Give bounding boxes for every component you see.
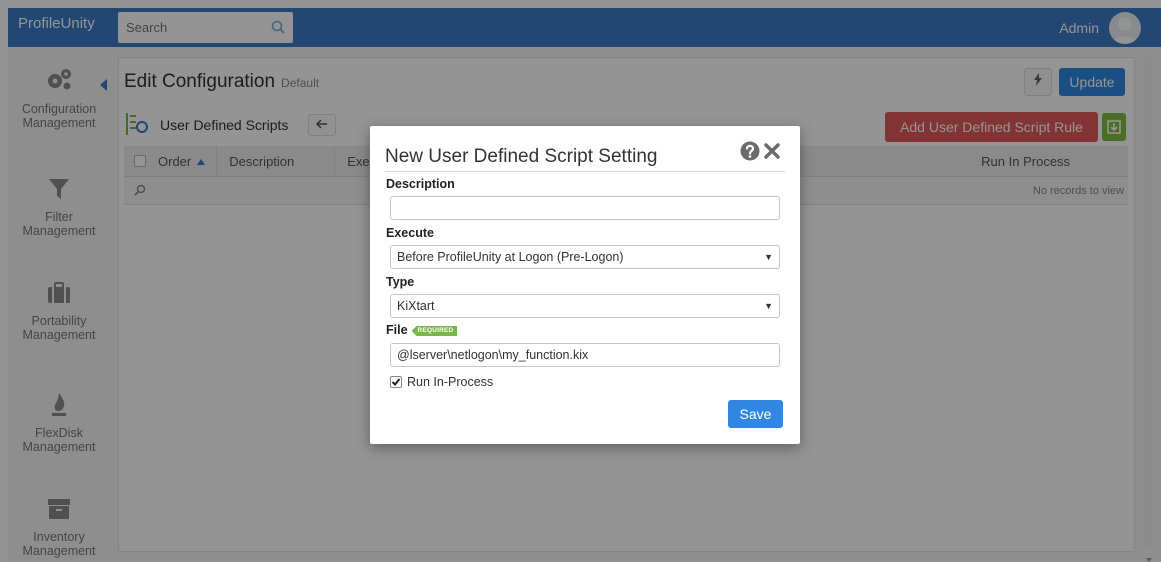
script-setting-dialog: New User Defined Script Setting Descript… (370, 126, 800, 444)
execute-label: Execute (386, 226, 434, 240)
required-badge: REQUIRED (411, 326, 458, 336)
dialog-actions (740, 141, 781, 164)
file-label: File (386, 323, 408, 337)
run-in-process-row[interactable]: Run In-Process (390, 375, 493, 389)
description-label: Description (386, 177, 455, 191)
dialog-divider (385, 171, 785, 172)
description-input[interactable] (390, 196, 780, 220)
type-label: Type (386, 275, 415, 289)
close-icon[interactable] (763, 142, 781, 163)
save-button[interactable]: Save (728, 400, 783, 428)
execute-select[interactable]: Before ProfileUnity at Logon (Pre-Logon)… (390, 245, 780, 269)
run-in-process-checkbox[interactable] (390, 376, 402, 388)
chevron-down-icon: ▼ (764, 301, 773, 311)
file-label-row: File REQUIRED (386, 323, 458, 337)
type-select-value: KiXtart (397, 299, 435, 313)
help-icon[interactable] (740, 141, 760, 164)
execute-select-value: Before ProfileUnity at Logon (Pre-Logon) (397, 250, 624, 264)
chevron-down-icon: ▼ (764, 252, 773, 262)
file-input[interactable] (390, 343, 780, 367)
dialog-title: New User Defined Script Setting (385, 146, 658, 167)
run-in-process-label: Run In-Process (407, 375, 494, 389)
type-select[interactable]: KiXtart ▼ (390, 294, 780, 318)
